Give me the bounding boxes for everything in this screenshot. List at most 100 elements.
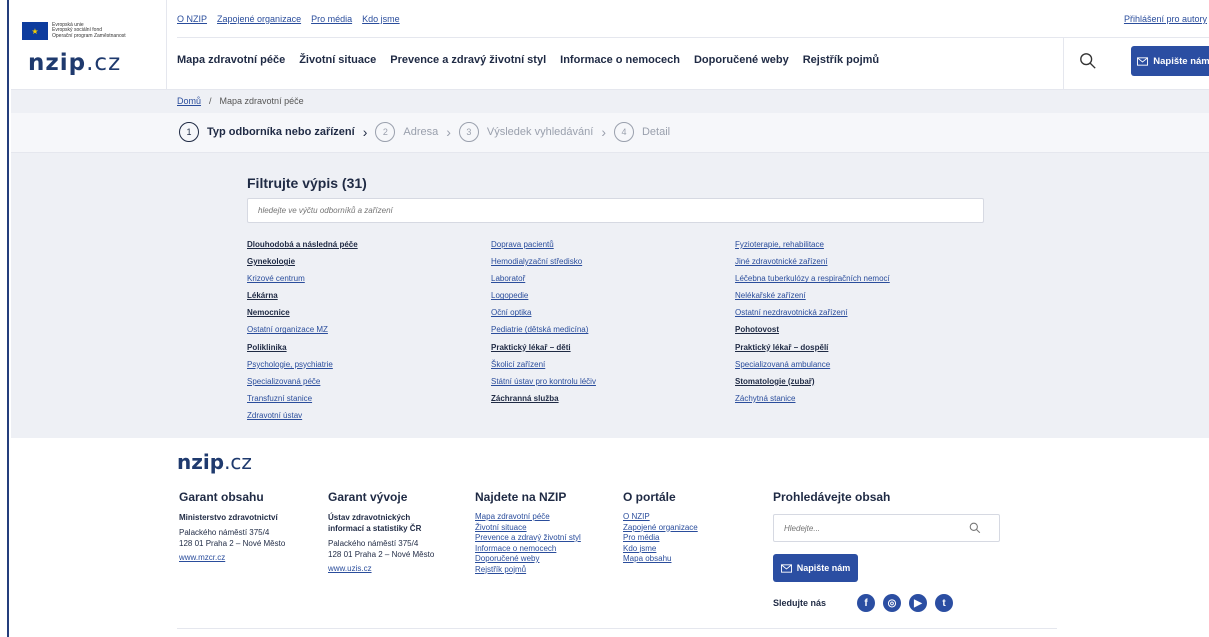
category-link[interactable]: Oční optika — [491, 307, 735, 319]
category-link[interactable]: Dlouhodobá a následná péče — [247, 239, 491, 251]
footer-portal-link[interactable]: Mapa obsahu — [623, 554, 698, 565]
category-link[interactable]: Specializovaná ambulance — [735, 359, 979, 371]
category-link[interactable]: Gynekologie — [247, 256, 491, 268]
mainnav-prevence[interactable]: Prevence a zdravý životní styl — [390, 54, 546, 66]
category-link[interactable]: Školicí zařízení — [491, 359, 735, 371]
footer-logo[interactable]: nzip.cz — [177, 450, 252, 474]
top-nav: O NZIP Zapojené organizace Pro média Kdo… — [177, 14, 400, 24]
write-us-button[interactable]: Napište nám — [1131, 46, 1209, 76]
mainnav-informace[interactable]: Informace o nemocech — [560, 54, 680, 66]
category-link[interactable]: Léčebna tuberkulózy a respiračních nemoc… — [735, 273, 979, 285]
window-frame — [0, 0, 9, 637]
mail-icon — [780, 563, 792, 573]
site-header: ★ Evropská unie Evropský sociální fond O… — [11, 0, 1209, 90]
footer-najdete-link[interactable]: Mapa zdravotní péče — [475, 512, 581, 523]
footer-garant-obsahu-org: Ministerstvo zdravotnictví — [179, 513, 278, 522]
search-icon[interactable] — [1079, 52, 1097, 70]
category-link[interactable]: Praktický lékař – dospělí — [735, 342, 979, 354]
step-4[interactable]: 4 Detail — [613, 122, 670, 142]
step-2-number: 2 — [375, 122, 396, 142]
footer-najdete-link[interactable]: Rejstřík pojmů — [475, 565, 581, 576]
step-3-number: 3 — [458, 122, 479, 142]
topnav-o-nzip[interactable]: O NZIP — [177, 14, 207, 24]
category-link[interactable]: Transfuzní stanice — [247, 393, 491, 405]
breadcrumb-bar: Domů / Mapa zdravotní péče — [11, 90, 1209, 113]
category-link[interactable]: Psychologie, psychiatrie — [247, 359, 491, 371]
footer-portal-link[interactable]: Zapojené organizace — [623, 523, 698, 534]
facebook-icon[interactable]: f — [857, 594, 875, 612]
topnav-kdo-jsme[interactable]: Kdo jsme — [362, 14, 400, 24]
category-link[interactable]: Doprava pacientů — [491, 239, 735, 251]
footer-write-us-button[interactable]: Napište nám — [773, 554, 858, 582]
topnav-zapojene-organizace[interactable]: Zapojené organizace — [217, 14, 301, 24]
footer-portal: O portále O NZIP Zapojené organizace Pro… — [623, 490, 698, 565]
category-link[interactable]: Lékárna — [247, 290, 491, 302]
category-link[interactable]: Pediatrie (dětská medicína) — [491, 324, 735, 336]
category-link[interactable]: Laboratoř — [491, 273, 735, 285]
category-link[interactable]: Jiné zdravotnické zařízení — [735, 256, 979, 268]
category-link[interactable]: Ostatní organizace MZ — [247, 324, 491, 336]
step-2[interactable]: 2 Adresa — [375, 122, 438, 142]
filter-input[interactable] — [247, 198, 984, 223]
search-icon[interactable] — [969, 522, 981, 534]
category-link[interactable]: Hemodialyzační středisko — [491, 256, 735, 268]
step-3[interactable]: 3 Výsledek vyhledávání — [458, 122, 593, 142]
site-logo[interactable]: nzip.cz — [28, 50, 121, 76]
footer-garant-obsahu-addr1: Palackého náměstí 375/4 — [179, 528, 270, 537]
footer-search-title: Prohledávejte obsah — [773, 490, 891, 504]
follow-label: Sledujte nás — [773, 598, 827, 608]
footer-najdete-link[interactable]: Životní situace — [475, 523, 581, 534]
footer-mzcr-link[interactable]: www.mzcr.cz — [179, 553, 285, 564]
chevron-right-icon: › — [362, 124, 368, 140]
mainnav-mapa[interactable]: Mapa zdravotní péče — [177, 54, 285, 66]
logo-brand: nzip — [28, 50, 87, 76]
chevron-right-icon: › — [601, 124, 606, 140]
step-1[interactable]: 1 Typ odborníka nebo zařízení — [179, 122, 355, 142]
topnav-pro-media[interactable]: Pro média — [311, 14, 352, 24]
write-us-label: Napište nám — [1153, 55, 1209, 67]
mainnav-zivotni-situace[interactable]: Životní situace — [299, 54, 376, 66]
category-link[interactable]: Specializovaná péče — [247, 376, 491, 388]
footer-portal-title: O portále — [623, 490, 676, 504]
category-link[interactable]: Pohotovost — [735, 324, 979, 336]
category-link[interactable]: Krizové centrum — [247, 273, 491, 285]
category-link[interactable]: Nemocnice — [247, 307, 491, 319]
category-link[interactable]: Zdravotní ústav — [247, 410, 491, 422]
category-link[interactable]: Státní ústav pro kontrolu léčiv — [491, 376, 735, 388]
footer-najdete-link[interactable]: Doporučené weby — [475, 554, 581, 565]
footer-garant-vyvoje-addr2: 128 01 Praha 2 – Nové Město — [328, 550, 435, 559]
instagram-icon[interactable]: ◎ — [883, 594, 901, 612]
category-link[interactable]: Stomatologie (zubař) — [735, 376, 979, 388]
breadcrumb-current: Mapa zdravotní péče — [219, 96, 304, 106]
category-link[interactable]: Fyzioterapie, rehabilitace — [735, 239, 979, 251]
category-link[interactable]: Záchytná stanice — [735, 393, 979, 405]
category-link[interactable]: Poliklinika — [247, 342, 491, 354]
footer-garant-obsahu-addr2: 128 01 Praha 2 – Nové Město — [179, 539, 286, 548]
twitter-icon[interactable]: t — [935, 594, 953, 612]
footer-najdete-link[interactable]: Informace o nemocech — [475, 544, 581, 555]
footer-portal-link[interactable]: Kdo jsme — [623, 544, 698, 555]
category-link[interactable]: Nelékařské zařízení — [735, 290, 979, 302]
category-column-3: Fyzioterapie, rehabilitace Jiné zdravotni… — [735, 239, 979, 422]
login-link[interactable]: Přihlášení pro autory — [1124, 14, 1207, 24]
footer-search-input[interactable] — [773, 514, 1000, 542]
breadcrumb-home[interactable]: Domů — [177, 96, 201, 106]
logo-tld: .cz — [86, 50, 122, 76]
category-link[interactable]: Záchranná služba — [491, 393, 735, 405]
mainnav-rejstrik[interactable]: Rejstřík pojmů — [803, 54, 879, 66]
step-1-label: Typ odborníka nebo zařízení — [207, 126, 355, 138]
youtube-icon[interactable]: ▶ — [909, 594, 927, 612]
category-link[interactable]: Praktický lékař – děti — [491, 342, 735, 354]
mail-icon — [1137, 56, 1149, 66]
footer-najdete: Najdete na NZIP Mapa zdravotní péče Živo… — [475, 490, 581, 575]
steps-bar: 1 Typ odborníka nebo zařízení › 2 Adresa… — [11, 113, 1209, 153]
footer-portal-link[interactable]: O NZIP — [623, 512, 698, 523]
mainnav-doporucene-weby[interactable]: Doporučené weby — [694, 54, 789, 66]
category-link[interactable]: Ostatní nezdravotnická zařízení — [735, 307, 979, 319]
footer-portal-link[interactable]: Pro média — [623, 533, 698, 544]
footer-uzis-link[interactable]: www.uzis.cz — [328, 564, 434, 575]
category-link[interactable]: Logopedie — [491, 290, 735, 302]
footer-najdete-link[interactable]: Prevence a zdravý životní styl — [475, 533, 581, 544]
site-footer: nzip.cz Garant obsahu Ministerstvo zdrav… — [11, 438, 1209, 637]
breadcrumb: Domů / Mapa zdravotní péče — [177, 96, 304, 106]
